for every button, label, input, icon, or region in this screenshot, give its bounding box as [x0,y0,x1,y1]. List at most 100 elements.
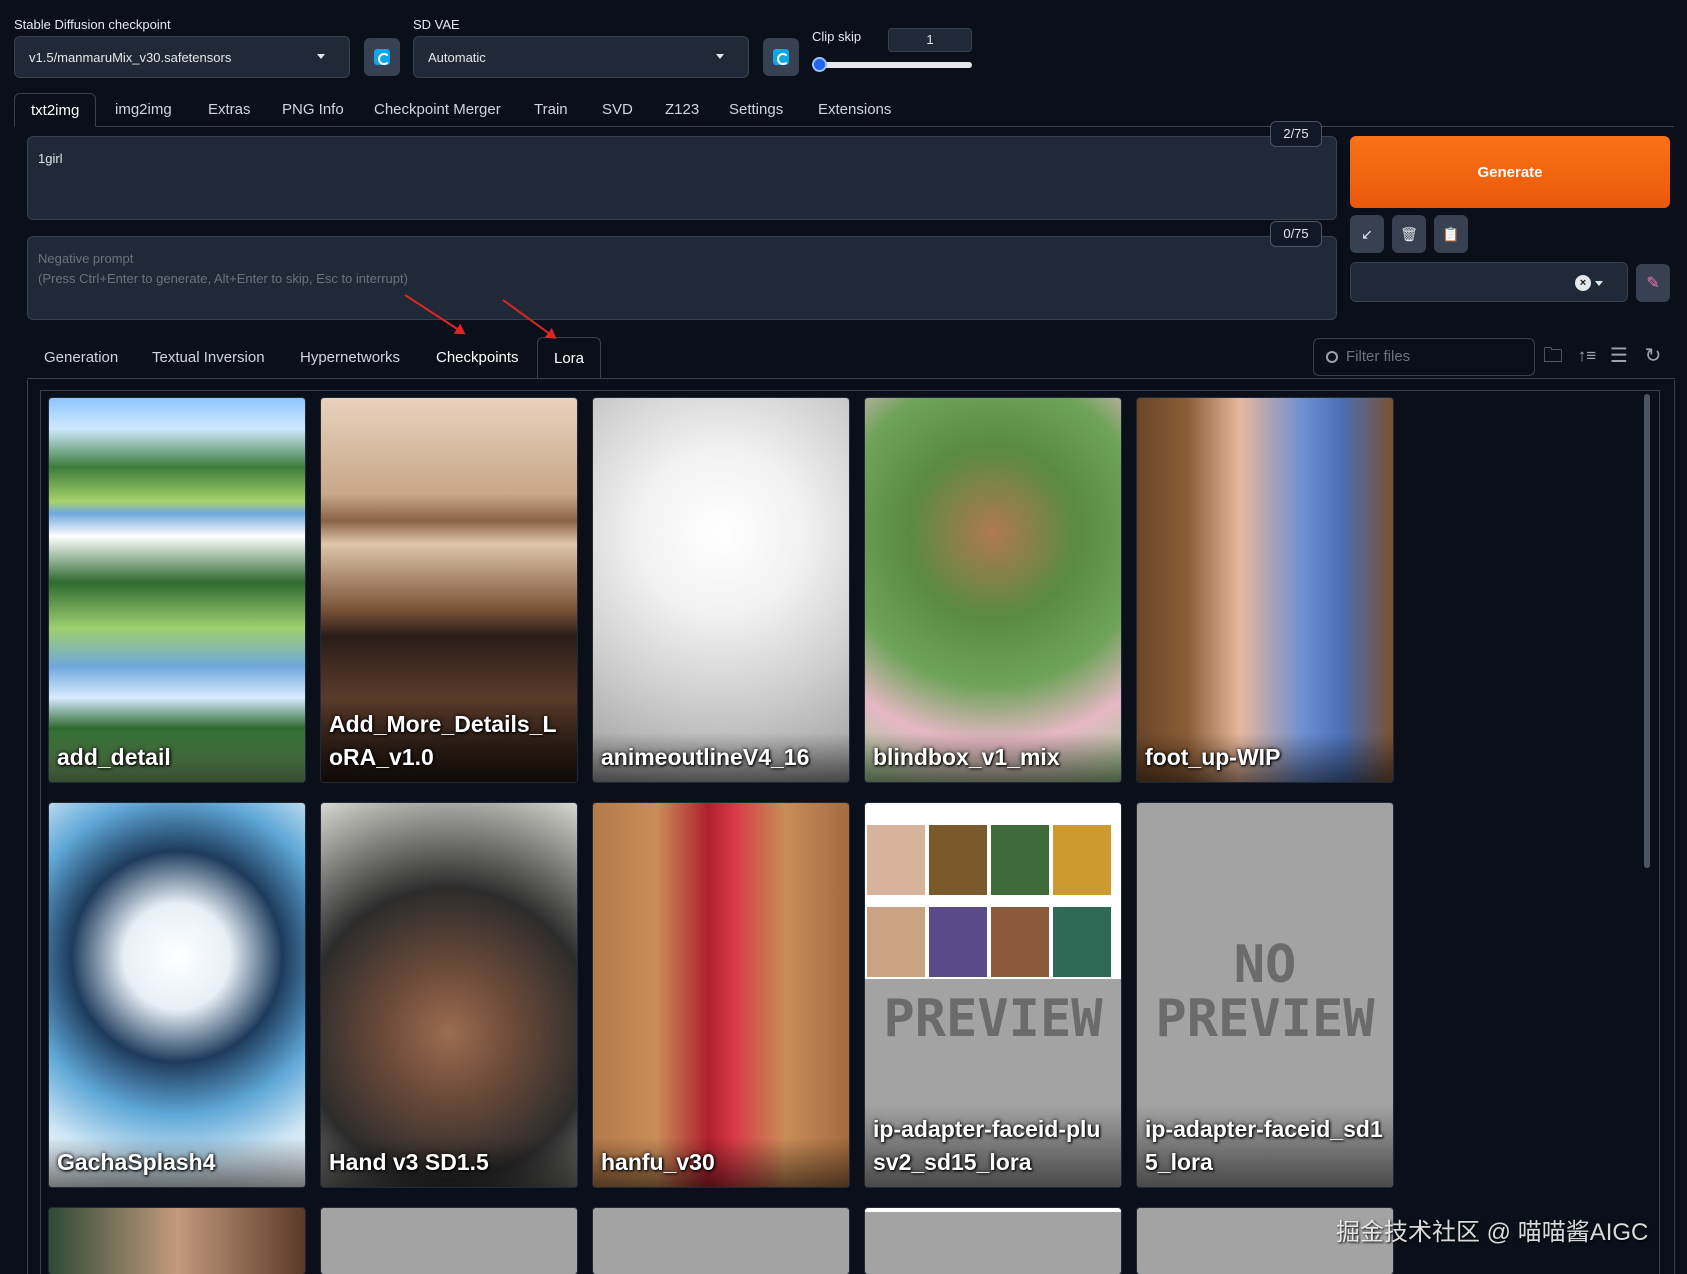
gachasplash-preview [49,803,305,1187]
clear-prompt-button[interactable]: 🗑 [1392,215,1426,253]
card-name: ip-adapter-faceid_sd15_lora [1145,1116,1383,1175]
prompt-input[interactable]: 1girl [27,136,1337,220]
lora-card[interactable]: animeoutlineV4_16 [593,398,849,782]
card-caption: foot_up-WIP [1137,733,1393,782]
card-caption: add_detail [49,733,305,782]
tab-lora[interactable]: Lora [537,337,602,379]
checkpoint-value: v1.5/manmaruMix_v30.safetensors [29,49,232,65]
card-caption: Add_More_Details_LoRA_v1.0 [321,700,577,782]
negative-prompt-hint: (Press Ctrl+Enter to generate, Alt+Enter… [38,271,408,286]
animeoutline-preview [593,398,849,782]
card-name: blindbox_v1_mix [873,744,1060,770]
refresh-icon[interactable]: ↻ [1640,343,1666,369]
tab-img2img[interactable]: img2img [99,93,188,127]
card-caption: animeoutlineV4_16 [593,733,849,782]
tab-generation[interactable]: Generation [28,337,134,379]
clip-skip-input[interactable]: 1 [888,28,972,52]
lora-card[interactable]: Add_More_Details_LoRA_v1.0 [321,398,577,782]
filter-placeholder: Filter files [1346,348,1411,365]
apply-style-button[interactable]: 📋 [1434,215,1468,253]
tab-textual-inversion[interactable]: Textual Inversion [136,337,281,379]
card-name: Hand v3 SD1.5 [329,1149,489,1175]
lora-card[interactable]: foot_up-WIP [1137,398,1393,782]
tab-checkpoint-merger[interactable]: Checkpoint Merger [358,93,517,127]
card-name: animeoutlineV4_16 [601,744,810,770]
refresh-checkpoint-button[interactable] [364,38,400,76]
negative-prompt-input[interactable]: Negative prompt (Press Ctrl+Enter to gen… [27,236,1337,320]
prompt-text: 1girl [38,151,63,166]
clip-skip-slider-handle[interactable] [812,57,827,72]
add-detail-preview [49,398,305,782]
tab-checkpoints[interactable]: Checkpoints [420,337,535,379]
tab-svd[interactable]: SVD [586,93,649,127]
trash-icon: 🗑 [1400,225,1418,242]
card-caption: blindbox_v1_mix [865,733,1121,782]
lora-card[interactable]: NO PREVIEW ip-adapter-faceid_sd15_lora [1137,803,1393,1187]
lora-card[interactable] [49,1208,305,1274]
arrow-down-left-icon: ↙ [1361,225,1373,242]
refresh-vae-button[interactable] [763,38,799,76]
generate-button[interactable]: Generate [1350,136,1670,208]
folder-search-icon[interactable]: 🗀 [1540,343,1566,369]
tab-extensions[interactable]: Extensions [802,93,907,127]
edit-styles-button[interactable]: ✎ [1636,264,1670,302]
prompt-token-counter: 2/75 [1270,121,1322,147]
styles-dropdown[interactable]: × [1350,262,1628,302]
card-caption: hanfu_v30 [593,1138,849,1187]
tab-hypernetworks[interactable]: Hypernetworks [284,337,416,379]
tab-train[interactable]: Train [518,93,584,127]
negative-token-counter: 0/75 [1270,221,1322,247]
read-params-button[interactable]: ↙ [1350,215,1384,253]
lora-card[interactable]: Hand v3 SD1.5 [321,803,577,1187]
checkpoint-dropdown[interactable]: v1.5/manmaruMix_v30.safetensors [14,36,350,78]
lora-card[interactable] [593,1208,849,1274]
lora-card[interactable] [321,1208,577,1274]
negative-prompt-placeholder: Negative prompt [38,251,134,266]
tree-view-icon[interactable]: ☰ [1606,343,1632,369]
card-caption: GachaSplash4 [49,1138,305,1187]
refresh-icon [374,49,390,65]
no-preview-text: PREVIEW [1155,989,1375,1049]
chevron-down-icon [716,54,724,59]
checkpoint-label: Stable Diffusion checkpoint [14,17,171,32]
hanfu-preview [593,803,849,1187]
tab-extras[interactable]: Extras [192,93,267,127]
chevron-down-icon [317,54,325,59]
no-preview-text: PREVIEW [883,989,1103,1049]
card-caption: Hand v3 SD1.5 [321,1138,577,1187]
chevron-down-icon [1595,281,1603,286]
clipboard-icon: 📋 [1442,225,1460,242]
lora-card[interactable]: hanfu_v30 [593,803,849,1187]
vae-label: SD VAE [413,17,460,32]
main-tab-bar: txt2img img2img Extras PNG Info Checkpoi… [14,93,1674,127]
card-name: add_detail [57,744,171,770]
refresh-icon [773,49,789,65]
lora-card[interactable]: add_detail [49,398,305,782]
clear-icon[interactable]: × [1575,275,1591,291]
lora-card[interactable]: blindbox_v1_mix [865,398,1121,782]
tab-settings[interactable]: Settings [713,93,799,127]
vae-value: Automatic [428,49,486,65]
cards-scrollbar[interactable] [1644,394,1650,868]
no-preview-text: NO [1233,935,1297,995]
card-caption: ip-adapter-faceid_sd15_lora [1137,1105,1393,1187]
tab-txt2img[interactable]: txt2img [14,93,97,127]
lora-card[interactable] [865,1208,1121,1274]
watermark: 掘金技术社区 @ 喵喵酱AIGC [1336,1219,1649,1246]
lora-card[interactable]: PREVIEW ip-adapter-faceid-plusv2_sd15_lo… [865,803,1121,1187]
filter-files-input[interactable]: Filter files [1313,338,1535,376]
lora-card[interactable]: GachaSplash4 [49,803,305,1187]
tab-z123[interactable]: Z123 [649,93,715,127]
foot-up-preview [1137,398,1393,782]
tab-divider [27,378,1675,379]
brush-icon: ✎ [1646,275,1660,292]
card-name: hanfu_v30 [601,1149,715,1175]
card-name: foot_up-WIP [1145,744,1281,770]
card-name: Add_More_Details_LoRA_v1.0 [329,711,557,770]
sort-icon[interactable]: ↑≡ [1574,343,1600,369]
tab-png-info[interactable]: PNG Info [266,93,360,127]
card-caption: ip-adapter-faceid-plusv2_sd15_lora [865,1105,1121,1187]
card-name: GachaSplash4 [57,1149,216,1175]
clip-skip-slider[interactable] [820,62,972,68]
vae-dropdown[interactable]: Automatic [413,36,749,78]
